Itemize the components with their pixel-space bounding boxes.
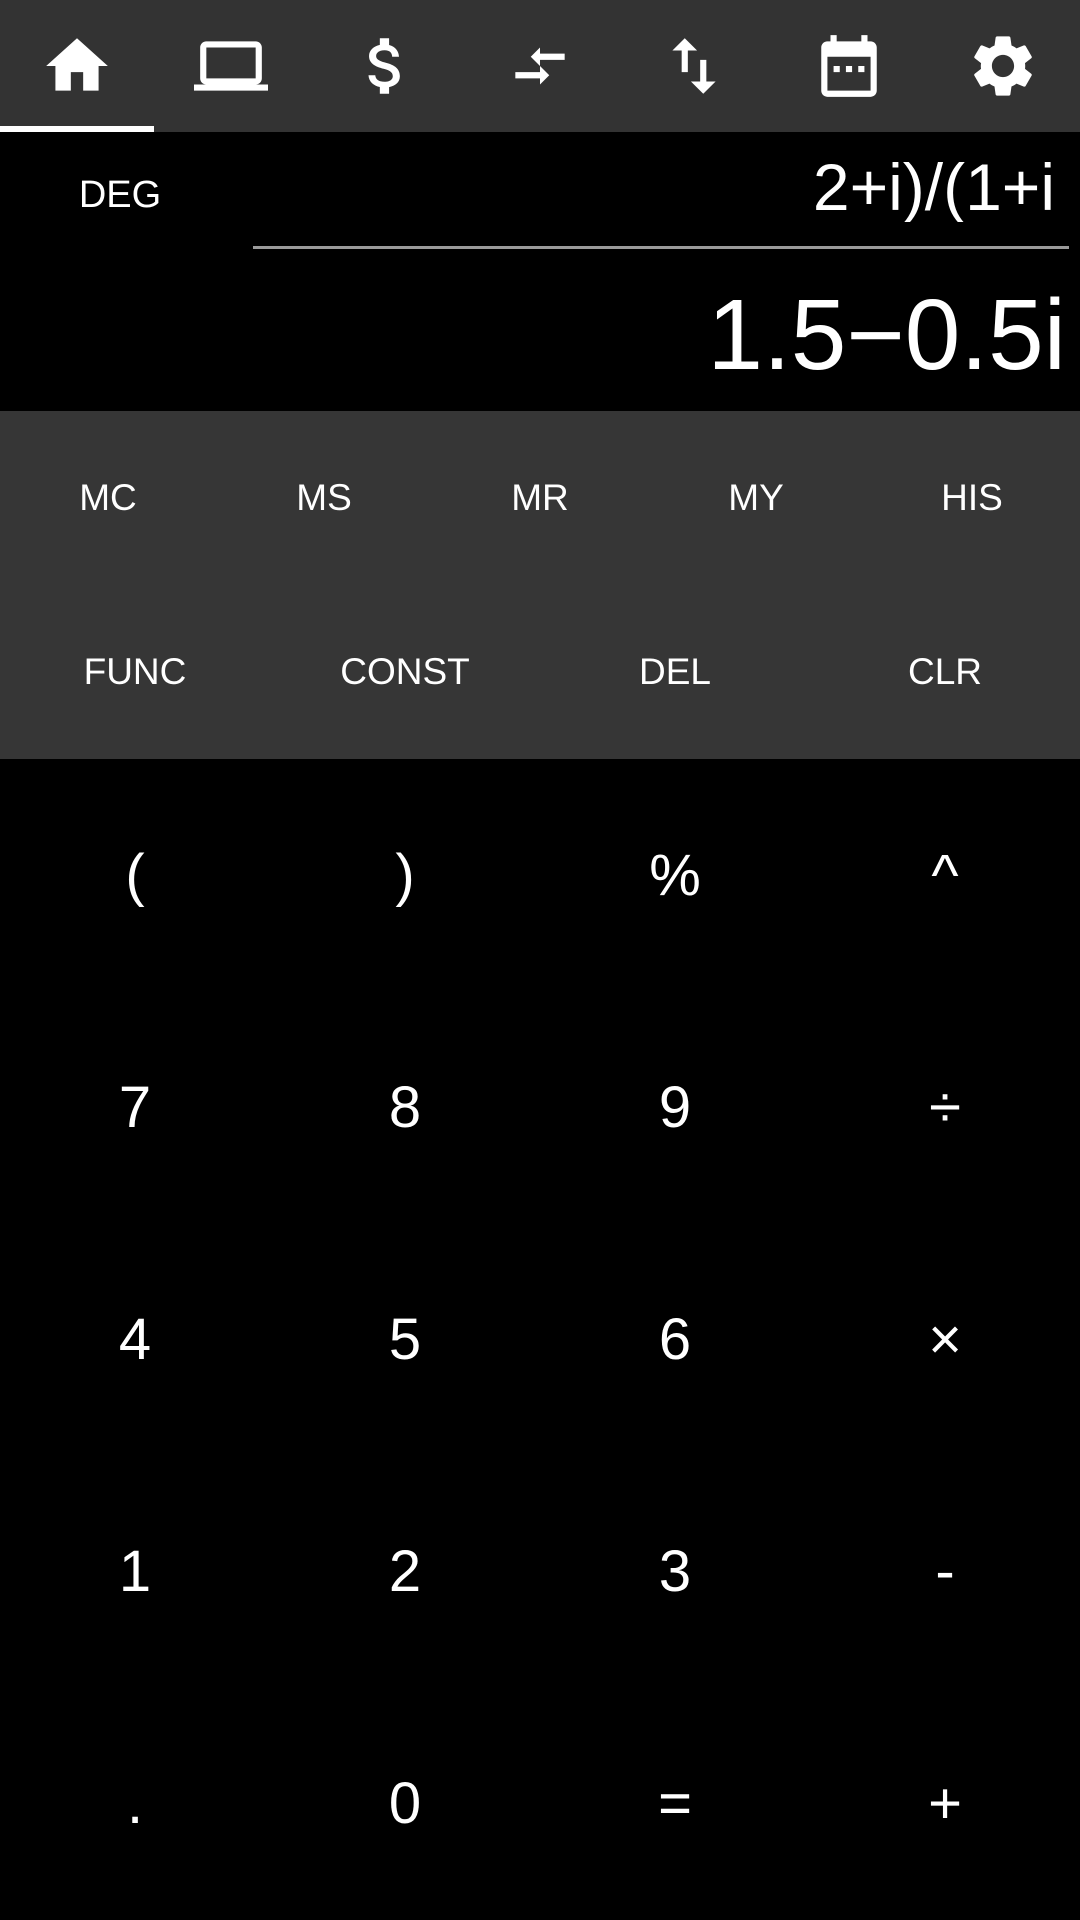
swap-vertical-icon xyxy=(672,38,716,94)
delete-button[interactable]: DEL xyxy=(540,585,810,759)
memory-y-button[interactable]: MY xyxy=(648,411,864,585)
key-open-paren[interactable]: ( xyxy=(0,759,270,991)
constants-button[interactable]: CONST xyxy=(270,585,540,759)
key-power[interactable]: ^ xyxy=(810,759,1080,991)
key-1[interactable]: 1 xyxy=(0,1455,270,1687)
calculator-display: DEG 2+i)/(1+i 1.5−0.5i xyxy=(0,132,1080,411)
key-equals[interactable]: = xyxy=(540,1687,810,1919)
result-value: 1.5−0.5i xyxy=(707,279,1066,391)
calendar-icon xyxy=(820,35,877,97)
expression-underline xyxy=(253,246,1069,249)
home-icon xyxy=(46,38,108,91)
keypad-row: 4 5 6 × xyxy=(0,1223,1080,1455)
function-row: FUNC CONST DEL CLR xyxy=(0,585,1080,759)
tab-settings[interactable] xyxy=(926,0,1080,132)
key-close-paren[interactable]: ) xyxy=(270,759,540,991)
expression-field[interactable]: 2+i)/(1+i xyxy=(253,152,1055,222)
key-3[interactable]: 3 xyxy=(540,1455,810,1687)
settings-gear-icon xyxy=(974,36,1032,96)
tab-currency[interactable] xyxy=(309,0,463,132)
key-subtract[interactable]: - xyxy=(810,1455,1080,1687)
key-9[interactable]: 9 xyxy=(540,991,810,1223)
function-panel: MC MS MR MY HIS FUNC CONST DEL CLR xyxy=(0,411,1080,759)
memory-row: MC MS MR MY HIS xyxy=(0,411,1080,585)
laptop-icon xyxy=(194,41,269,91)
key-6[interactable]: 6 xyxy=(540,1223,810,1455)
history-button[interactable]: HIS xyxy=(864,411,1080,585)
key-7[interactable]: 7 xyxy=(0,991,270,1223)
functions-button[interactable]: FUNC xyxy=(0,585,270,759)
memory-store-button[interactable]: MS xyxy=(216,411,432,585)
memory-clear-button[interactable]: MC xyxy=(0,411,216,585)
keypad-row: . 0 = + xyxy=(0,1687,1080,1919)
tab-unit-converter[interactable] xyxy=(463,0,617,132)
tab-number-base[interactable] xyxy=(617,0,771,132)
arrows-merge-icon xyxy=(515,47,565,85)
key-5[interactable]: 5 xyxy=(270,1223,540,1455)
tab-computer[interactable] xyxy=(154,0,308,132)
key-decimal[interactable]: . xyxy=(0,1687,270,1919)
key-divide[interactable]: ÷ xyxy=(810,991,1080,1223)
dollar-icon xyxy=(368,38,400,94)
tab-date[interactable] xyxy=(771,0,925,132)
key-add[interactable]: + xyxy=(810,1687,1080,1919)
clear-button[interactable]: CLR xyxy=(810,585,1080,759)
key-percent[interactable]: % xyxy=(540,759,810,991)
keypad-row: 1 2 3 - xyxy=(0,1455,1080,1687)
angle-mode-toggle[interactable]: DEG xyxy=(40,174,200,217)
tab-calculator[interactable] xyxy=(0,0,155,132)
memory-recall-button[interactable]: MR xyxy=(432,411,648,585)
key-0[interactable]: 0 xyxy=(270,1687,540,1919)
key-multiply[interactable]: × xyxy=(810,1223,1080,1455)
keypad-row: 7 8 9 ÷ xyxy=(0,991,1080,1223)
calculator-screen: DEG 2+i)/(1+i 1.5−0.5i MC MS MR MY HIS F… xyxy=(0,0,1080,1920)
keypad: ( ) % ^ 7 8 9 ÷ 4 5 6 × 1 2 3 - . 0 = + xyxy=(0,759,1080,1920)
keypad-row: ( ) % ^ xyxy=(0,759,1080,991)
top-tab-bar xyxy=(0,0,1080,132)
key-4[interactable]: 4 xyxy=(0,1223,270,1455)
key-8[interactable]: 8 xyxy=(270,991,540,1223)
key-2[interactable]: 2 xyxy=(270,1455,540,1687)
